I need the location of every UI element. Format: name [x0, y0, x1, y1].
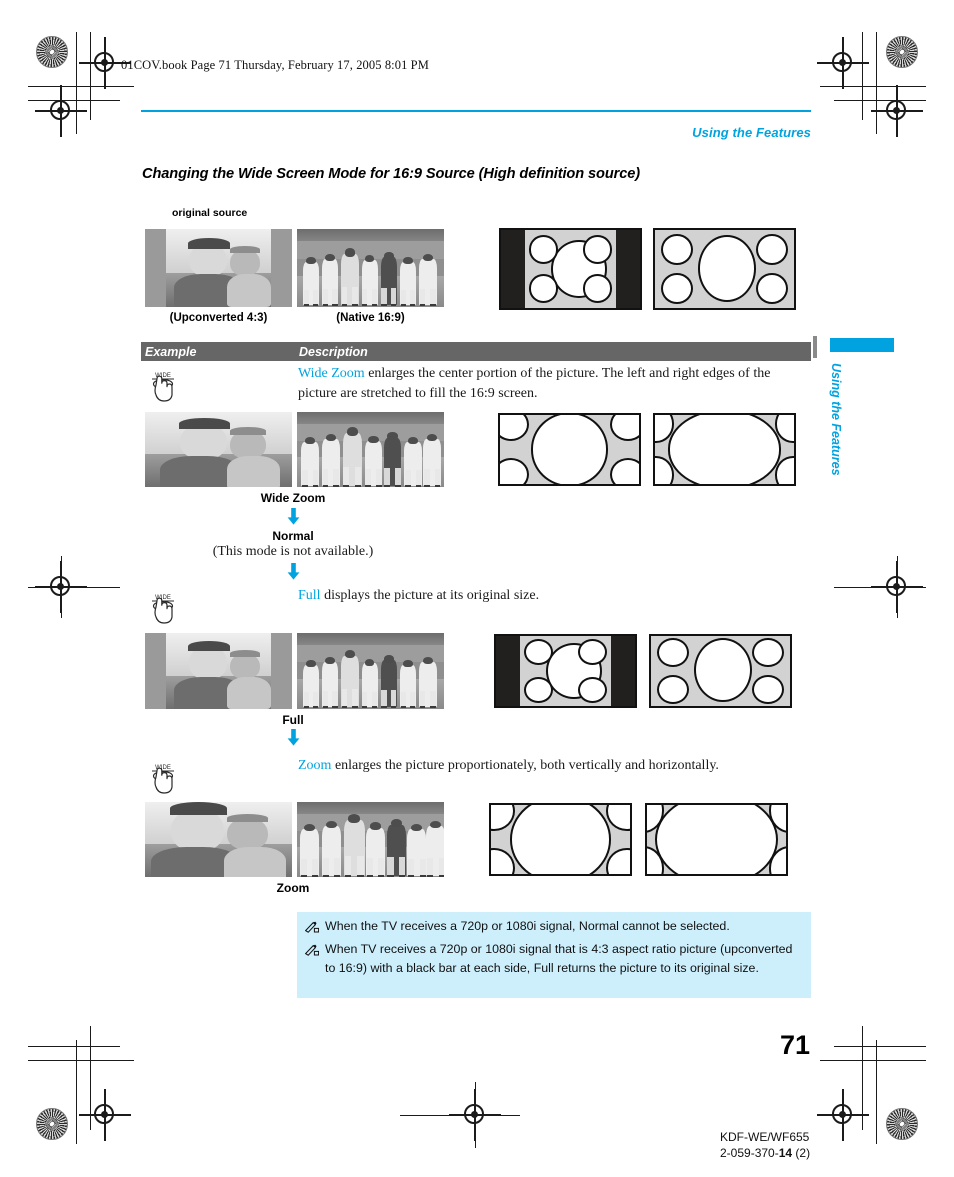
- crop-line-bottom-right-v: [876, 1040, 878, 1144]
- arrow-down-full-to-zoom: [287, 729, 300, 751]
- crop-line-bottom-center-h: [400, 1115, 520, 1117]
- registration-mark-top-left: [79, 37, 131, 89]
- crop-line-bottom-right-h2: [834, 1046, 926, 1048]
- crop-line-top-left-h2: [28, 100, 120, 102]
- tv-diagram-zoom-right: [645, 803, 788, 876]
- note-pencil-icon-1: [304, 920, 320, 938]
- column-header-description: Description: [299, 345, 368, 359]
- description-full: Full displays the picture at its origina…: [298, 586, 806, 606]
- note-text-1: When the TV receives a 720p or 1080i sig…: [325, 919, 730, 933]
- caption-upconverted-4-3: (Upconverted 4:3): [169, 312, 268, 324]
- note-pencil-icon-2: [304, 943, 320, 961]
- thumb-tab-edge: [813, 336, 817, 358]
- mode-note-normal: (This mode is not available.): [212, 544, 374, 559]
- halftone-patch-bottom-right: [886, 1108, 918, 1140]
- registration-mark-bottom-right: [817, 1089, 869, 1141]
- crop-line-top-right-v2: [862, 32, 864, 120]
- crop-line-top-right-h: [820, 86, 926, 88]
- header-rule: [141, 110, 811, 113]
- wide-button-icon-zoom[interactable]: WIDE: [148, 760, 178, 796]
- thumb-tab-label: Using the Features: [829, 363, 843, 476]
- tv-diagram-full-left: [494, 634, 637, 708]
- keyword-wide-zoom: Wide Zoom: [298, 366, 365, 381]
- wide-button-icon-wide-zoom[interactable]: WIDE: [148, 368, 178, 404]
- crop-line-top-left-v: [76, 32, 78, 134]
- pencil-icon: [304, 921, 320, 933]
- tv-diagram-wide-zoom-right: [653, 413, 796, 486]
- photo-original-upconverted-4-3: [145, 229, 292, 307]
- crop-line-bottom-left-h: [28, 1060, 134, 1062]
- wide-button-icon-svg: WIDE: [152, 595, 174, 624]
- wide-button-icon-svg: WIDE: [152, 373, 174, 402]
- photo-original-native-16-9: [297, 229, 444, 307]
- tv-diagram-full-right: [649, 634, 792, 708]
- photo-full-4-3: [145, 633, 292, 709]
- note-text-2: When TV receives a 720p or 1080i signal …: [325, 942, 793, 975]
- description-wide-zoom: Wide Zoom enlarges the center portion of…: [298, 364, 806, 405]
- halftone-patch-bottom-left: [36, 1108, 68, 1140]
- arrow-down-normal-to-full: [287, 563, 300, 585]
- wide-button-icon-full[interactable]: WIDE: [148, 590, 178, 626]
- crop-line-top-right-v: [876, 32, 878, 134]
- tv-diagram-zoom-left: [489, 803, 632, 876]
- crop-line-bottom-right-v2: [862, 1026, 864, 1130]
- description-zoom-rest: enlarges the picture proportionately, bo…: [331, 758, 719, 773]
- photo-full-16-9: [297, 633, 444, 709]
- wide-button-icon-svg: WIDE: [152, 765, 174, 794]
- photo-zoom-4-3: [145, 802, 292, 877]
- keyword-zoom: Zoom: [298, 758, 332, 773]
- page-title: Changing the Wide Screen Mode for 16:9 S…: [142, 166, 641, 182]
- tv-diagram-original-native: [653, 228, 796, 310]
- description-wide-zoom-rest: enlarges the center portion of the pictu…: [298, 366, 771, 402]
- description-full-rest: displays the picture at its original siz…: [320, 588, 540, 603]
- arrow-down-wide-zoom-to-normal: [287, 508, 300, 530]
- crop-line-right-mid-v: [897, 556, 899, 618]
- arrow-down-icon: [287, 729, 300, 746]
- mode-label-zoom: Zoom: [276, 881, 310, 895]
- crop-line-bottom-left-v2: [90, 1026, 92, 1130]
- caption-native-16-9: (Native 16:9): [336, 312, 405, 324]
- mode-label-full: Full: [282, 713, 304, 727]
- footer-partnumber: 2-059-370-14 (2): [720, 1146, 810, 1160]
- registration-mark-upper-right: [817, 37, 869, 89]
- crop-line-bottom-left-h2: [28, 1046, 120, 1048]
- table-header: Example Description: [141, 342, 811, 361]
- crop-line-left-mid: [28, 587, 120, 589]
- running-head: Using the Features: [692, 125, 811, 140]
- pencil-icon: [304, 944, 320, 956]
- registration-mark-bottom-left: [79, 1089, 131, 1141]
- crop-line-top-left-v2: [90, 32, 92, 120]
- thumb-tab-bar: [830, 338, 894, 352]
- page-number: 71: [779, 1030, 810, 1060]
- footer-model: KDF-WE/WF655: [720, 1130, 810, 1144]
- footer-partnumber-suffix: (2): [792, 1146, 811, 1160]
- crop-line-top-left-h: [28, 86, 134, 88]
- crop-line-bottom-left-v: [76, 1040, 78, 1144]
- arrow-down-icon: [287, 563, 300, 580]
- description-zoom: Zoom enlarges the picture proportionatel…: [298, 756, 806, 776]
- book-header-line: 01COV.book Page 71 Thursday, February 17…: [121, 58, 429, 72]
- photo-wide-zoom-4-3: [145, 412, 292, 487]
- photo-wide-zoom-16-9: [297, 412, 444, 487]
- crop-line-bottom-right-h: [820, 1060, 926, 1062]
- mode-label-wide-zoom: Wide Zoom: [260, 491, 326, 505]
- crop-line-top-right-h2: [834, 100, 926, 102]
- tv-diagram-wide-zoom-left: [498, 413, 641, 486]
- arrow-down-icon: [287, 508, 300, 525]
- crop-line-right-mid: [834, 587, 926, 589]
- footer-partnumber-prefix: 2-059-370-: [720, 1146, 779, 1160]
- halftone-patch-top-right: [886, 36, 918, 68]
- crop-line-bottom-center-v: [475, 1082, 477, 1148]
- halftone-patch-top-left: [36, 36, 68, 68]
- footer-partnumber-bold: 14: [778, 1146, 793, 1160]
- photo-zoom-16-9: [297, 802, 444, 877]
- column-header-example: Example: [145, 345, 197, 359]
- tv-diagram-original-upconverted: [499, 228, 642, 310]
- mode-label-normal: Normal: [272, 529, 314, 543]
- keyword-full: Full: [298, 588, 321, 603]
- crop-line-left-mid-v: [61, 556, 63, 618]
- thumb-tab: Using the Features: [829, 363, 861, 493]
- original-source-label: original source: [172, 207, 248, 219]
